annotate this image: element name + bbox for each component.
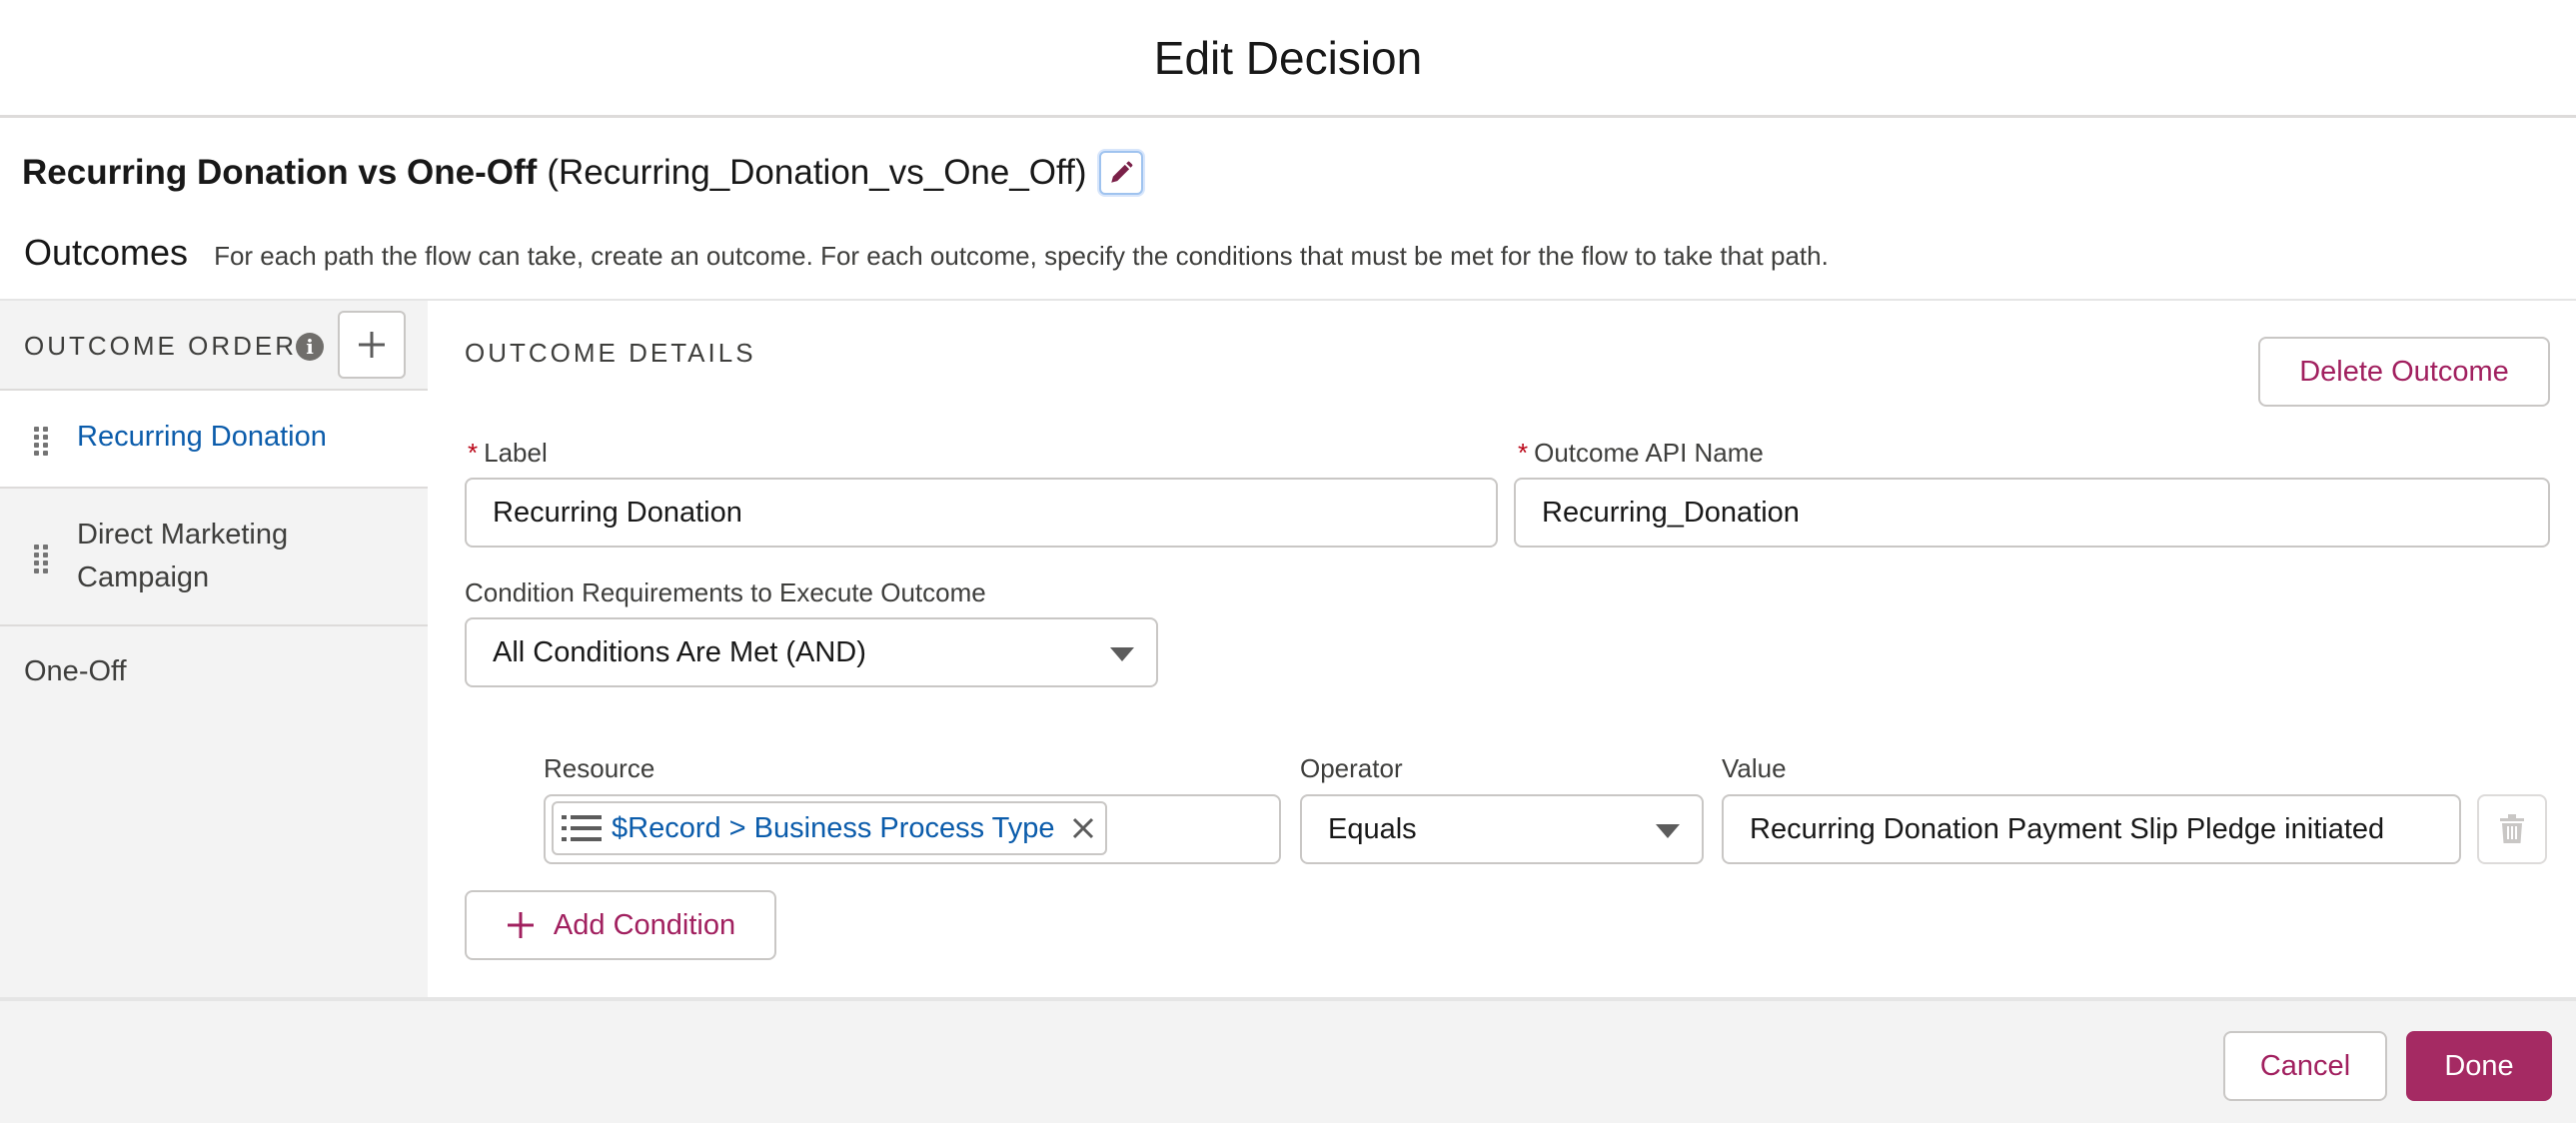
cancel-button[interactable]: Cancel (2223, 1031, 2387, 1101)
drag-handle-icon[interactable] (34, 427, 48, 456)
condition-requirements-value: All Conditions Are Met (AND) (493, 635, 866, 668)
chevron-down-icon (1656, 824, 1680, 838)
resource-pill[interactable]: $Record > Business Process Type (552, 801, 1107, 855)
required-mark: * (1518, 438, 1529, 468)
list-icon (562, 815, 602, 841)
plus-icon (359, 332, 385, 358)
sidebar-item-direct-marketing-campaign[interactable]: Direct Marketing Campaign (0, 489, 428, 626)
outcomes-description: For each path the flow can take, create … (214, 241, 1829, 271)
delete-condition-button[interactable] (2477, 794, 2547, 864)
chevron-down-icon (1110, 647, 1134, 661)
trash-icon (2500, 814, 2524, 843)
element-api-name: (Recurring_Donation_vs_One_Off) (547, 153, 1087, 192)
drag-handle-icon[interactable] (34, 545, 48, 573)
outcome-order-label: OUTCOME ORDER (24, 331, 297, 361)
close-icon[interactable] (1069, 814, 1097, 842)
label-field-label: * Label (468, 438, 548, 469)
operator-value: Equals (1328, 812, 1417, 845)
modal-header: Edit Decision (0, 0, 2576, 118)
element-label: Recurring Donation vs One-Off (22, 153, 538, 192)
modal-title: Edit Decision (1153, 31, 1423, 84)
sidebar-item-label-line2: Campaign (77, 562, 210, 593)
resource-label: Resource (544, 753, 655, 783)
operator-select[interactable]: Equals (1300, 794, 1704, 864)
sidebar-item-label: Direct Marketing (77, 519, 289, 551)
done-button[interactable]: Done (2406, 1031, 2552, 1101)
outcomes-title: Outcomes (24, 232, 189, 273)
api-name-field-label: * Outcome API Name (1518, 438, 1764, 469)
value-label: Value (1722, 753, 1787, 783)
outcome-details-title: OUTCOME DETAILS (465, 338, 756, 368)
delete-outcome-button[interactable]: Delete Outcome (2258, 337, 2550, 407)
condition-requirements-select[interactable]: All Conditions Are Met (AND) (465, 617, 1158, 687)
outcomes-heading-row: Outcomes For each path the flow can take… (24, 232, 1829, 274)
info-icon[interactable]: i (296, 333, 324, 361)
modal-footer: Cancel Done (0, 997, 2576, 1123)
sidebar-item-label: One-Off (24, 655, 127, 687)
add-condition-label: Add Condition (553, 908, 736, 941)
label-input[interactable]: Recurring Donation (465, 478, 1498, 548)
sidebar-item-recurring-donation[interactable]: Recurring Donation (0, 391, 428, 489)
api-name-field-text: Outcome API Name (1534, 438, 1764, 468)
condition-requirements-label: Condition Requirements to Execute Outcom… (465, 577, 986, 607)
required-mark: * (468, 438, 479, 468)
label-field-text: Label (484, 438, 548, 468)
outcome-api-name-input[interactable]: Recurring_Donation (1514, 478, 2550, 548)
edit-element-button[interactable] (1098, 151, 1143, 195)
sidebar-item-label: Recurring Donation (77, 421, 327, 453)
value-input[interactable]: Recurring Donation Payment Slip Pledge i… (1722, 794, 2461, 864)
element-title-row: Recurring Donation vs One-Off (Recurring… (22, 145, 1143, 201)
plus-icon (507, 912, 534, 938)
operator-label: Operator (1300, 753, 1403, 783)
outcome-order-header: OUTCOME ORDER i (0, 301, 428, 391)
pencil-icon (1110, 161, 1132, 183)
resource-pill-label: $Record > Business Process Type (612, 811, 1055, 844)
outcome-order-sidebar: OUTCOME ORDER i Recurring Donation Direc… (0, 301, 428, 997)
sidebar-item-one-off[interactable]: One-Off (0, 626, 428, 720)
add-condition-button[interactable]: Add Condition (465, 890, 776, 960)
add-outcome-button[interactable] (338, 311, 406, 379)
